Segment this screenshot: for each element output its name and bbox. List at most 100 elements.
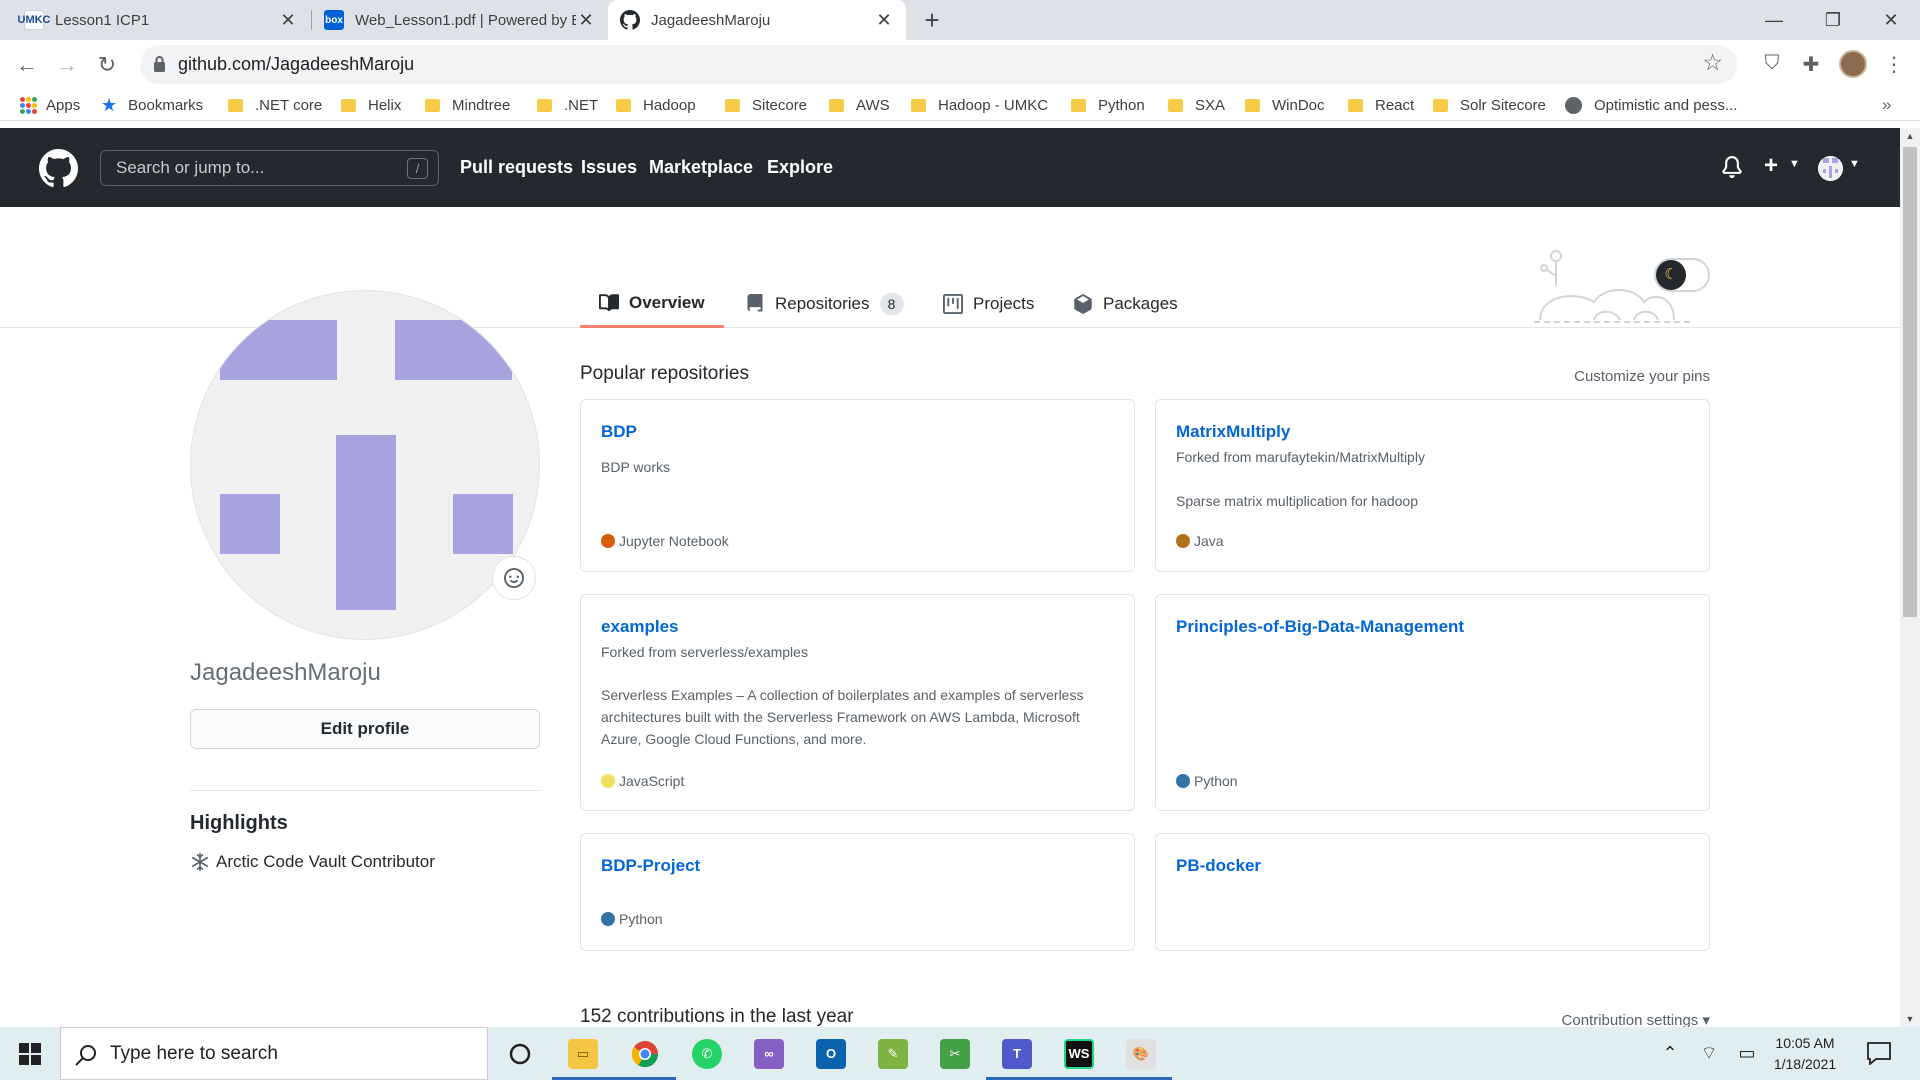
tab-projects[interactable]: Projects <box>943 280 1034 327</box>
github-header: Search or jump to... / Pull requests Iss… <box>0 128 1900 207</box>
repo-language: Python <box>1176 773 1238 789</box>
shield-extension-icon[interactable]: ⛉ <box>1758 52 1786 75</box>
close-window-button[interactable]: ✕ <box>1862 0 1920 40</box>
set-status-smiley-icon[interactable] <box>492 556 536 600</box>
close-icon[interactable]: ✕ <box>278 10 298 31</box>
windows-taskbar: Type here to search ▭ ✆ ∞ O ✎ ✂ T WS 🎨 ⌃… <box>0 1027 1920 1080</box>
profile-avatar[interactable] <box>190 290 540 640</box>
folder-icon <box>1245 98 1260 112</box>
bookmark-folder[interactable]: Mindtree <box>425 89 510 121</box>
customize-pins-link[interactable]: Customize your pins <box>1574 368 1710 385</box>
search-placeholder: Search or jump to... <box>116 158 265 177</box>
user-avatar[interactable] <box>1818 156 1843 181</box>
repo-fork-source[interactable]: Forked from serverless/examples <box>601 644 808 660</box>
bookmarks-overflow-button[interactable]: » <box>1882 89 1891 121</box>
back-button[interactable]: ← <box>12 50 42 80</box>
bookmark-folder[interactable]: SXA <box>1168 89 1225 121</box>
create-new-plus-icon[interactable]: + <box>1764 152 1778 180</box>
github-search-input[interactable]: Search or jump to... / <box>100 150 439 186</box>
bookmark-folder[interactable]: Python <box>1071 89 1145 121</box>
edit-profile-button[interactable]: Edit profile <box>190 709 540 749</box>
bookmark-folder[interactable]: Solr Sitecore <box>1433 89 1546 121</box>
file-explorer-icon[interactable]: ▭ <box>552 1027 614 1080</box>
close-icon[interactable]: ✕ <box>576 10 596 31</box>
dark-mode-toggle[interactable]: ☾ <box>1654 258 1710 292</box>
whatsapp-icon[interactable]: ✆ <box>676 1027 738 1080</box>
repo-link[interactable]: examples <box>601 617 679 637</box>
repo-card: examples Forked from serverless/examples… <box>580 594 1135 811</box>
windows-start-button[interactable] <box>0 1027 60 1080</box>
repo-link[interactable]: BDP-Project <box>601 856 700 876</box>
scroll-up-arrow[interactable]: ▲ <box>1900 128 1920 144</box>
outlook-icon[interactable]: O <box>800 1027 862 1080</box>
snipping-tool-icon[interactable]: ✂ <box>924 1027 986 1080</box>
browser-profile-avatar[interactable] <box>1839 50 1867 78</box>
forward-button[interactable]: → <box>52 50 82 80</box>
book-icon <box>599 293 619 311</box>
tab-overview[interactable]: Overview <box>580 280 724 328</box>
highlight-arctic-vault[interactable]: Arctic Code Vault Contributor <box>190 852 435 872</box>
chrome-icon[interactable] <box>614 1027 676 1080</box>
webstorm-icon[interactable]: WS <box>1048 1027 1110 1080</box>
nav-pull-requests[interactable]: Pull requests <box>460 128 573 207</box>
teams-icon[interactable]: T <box>986 1027 1048 1080</box>
tab-repositories[interactable]: Repositories 8 <box>745 280 904 327</box>
new-tab-button[interactable]: + <box>916 4 948 36</box>
bookmark-label: Optimistic and pess... <box>1594 96 1738 114</box>
bookmark-label: WinDoc <box>1272 96 1325 114</box>
reload-button[interactable]: ↻ <box>92 50 122 80</box>
windows-logo-icon <box>19 1042 41 1065</box>
bookmark-star-icon[interactable]: ☆ <box>1702 49 1723 76</box>
tab-packages[interactable]: Packages <box>1073 280 1178 327</box>
bookmark-folder[interactable]: .NET <box>537 89 598 121</box>
show-hidden-icons-chevron-icon[interactable]: ⌃ <box>1655 1027 1685 1080</box>
repo-link[interactable]: Principles-of-Big-Data-Management <box>1176 617 1464 637</box>
battery-icon[interactable]: ▭ <box>1732 1027 1762 1080</box>
wifi-icon[interactable]: ⌔ <box>1694 1027 1724 1080</box>
address-bar[interactable]: github.com/JagadeeshMaroju ☆ <box>140 45 1737 84</box>
cortana-icon[interactable] <box>489 1027 551 1080</box>
system-clock[interactable]: 10:05 AM 1/18/2021 <box>1760 1033 1850 1075</box>
language-label: Java <box>1194 533 1224 549</box>
close-icon[interactable]: ✕ <box>874 10 894 31</box>
language-color-dot <box>601 774 615 788</box>
highlight-label: Arctic Code Vault Contributor <box>216 852 435 871</box>
chevron-down-icon[interactable]: ▼ <box>1789 158 1800 170</box>
chevron-down-icon[interactable]: ▼ <box>1849 158 1860 170</box>
bookmark-page[interactable]: Optimistic and pess... <box>1565 89 1737 121</box>
github-icon <box>620 10 640 30</box>
scrollbar-thumb[interactable] <box>1903 147 1917 617</box>
bookmark-folder[interactable]: Helix <box>341 89 401 121</box>
bookmark-folder[interactable]: .NET core <box>228 89 322 121</box>
taskbar-search-box[interactable]: Type here to search <box>60 1027 488 1080</box>
bookmark-folder[interactable]: Hadoop <box>616 89 696 121</box>
notepad-plus-icon[interactable]: ✎ <box>862 1027 924 1080</box>
bookmark-bookmarks[interactable]: ★ Bookmarks <box>101 89 203 121</box>
nav-issues[interactable]: Issues <box>581 128 637 207</box>
github-logo-icon[interactable] <box>39 149 78 188</box>
menu-kebab-icon[interactable]: ⋮ <box>1880 52 1908 77</box>
bookmark-folder[interactable]: WinDoc <box>1245 89 1325 121</box>
nav-marketplace[interactable]: Marketplace <box>649 128 753 207</box>
scroll-down-arrow[interactable]: ▼ <box>1900 1011 1920 1027</box>
repo-fork-source[interactable]: Forked from marufaytekin/MatrixMultiply <box>1176 449 1425 465</box>
minimize-button[interactable]: — <box>1745 0 1803 40</box>
extensions-puzzle-icon[interactable]: ✚ <box>1797 52 1825 77</box>
paint-icon[interactable]: 🎨 <box>1110 1027 1172 1080</box>
bookmark-folder[interactable]: Hadoop - UMKC <box>911 89 1048 121</box>
nav-explore[interactable]: Explore <box>767 128 833 207</box>
bookmark-apps[interactable]: Apps <box>20 89 80 121</box>
browser-tab-web-lesson1[interactable]: box Web_Lesson1.pdf | Powered by B ✕ <box>312 0 608 40</box>
bookmark-folder[interactable]: React <box>1348 89 1414 121</box>
browser-tab-lesson1[interactable]: UMKC Lesson1 ICP1 ✕ <box>12 0 310 40</box>
repo-link[interactable]: MatrixMultiply <box>1176 422 1290 442</box>
bookmark-folder[interactable]: Sitecore <box>725 89 807 121</box>
visual-studio-icon[interactable]: ∞ <box>738 1027 800 1080</box>
bell-icon[interactable] <box>1721 156 1743 178</box>
repo-link[interactable]: PB-docker <box>1176 856 1261 876</box>
browser-tab-github[interactable]: JagadeeshMaroju ✕ <box>608 0 906 40</box>
bookmark-folder[interactable]: AWS <box>829 89 890 121</box>
action-center-notification-icon[interactable] <box>1866 1041 1892 1065</box>
restore-button[interactable]: ❐ <box>1804 0 1862 40</box>
repo-link[interactable]: BDP <box>601 422 637 442</box>
